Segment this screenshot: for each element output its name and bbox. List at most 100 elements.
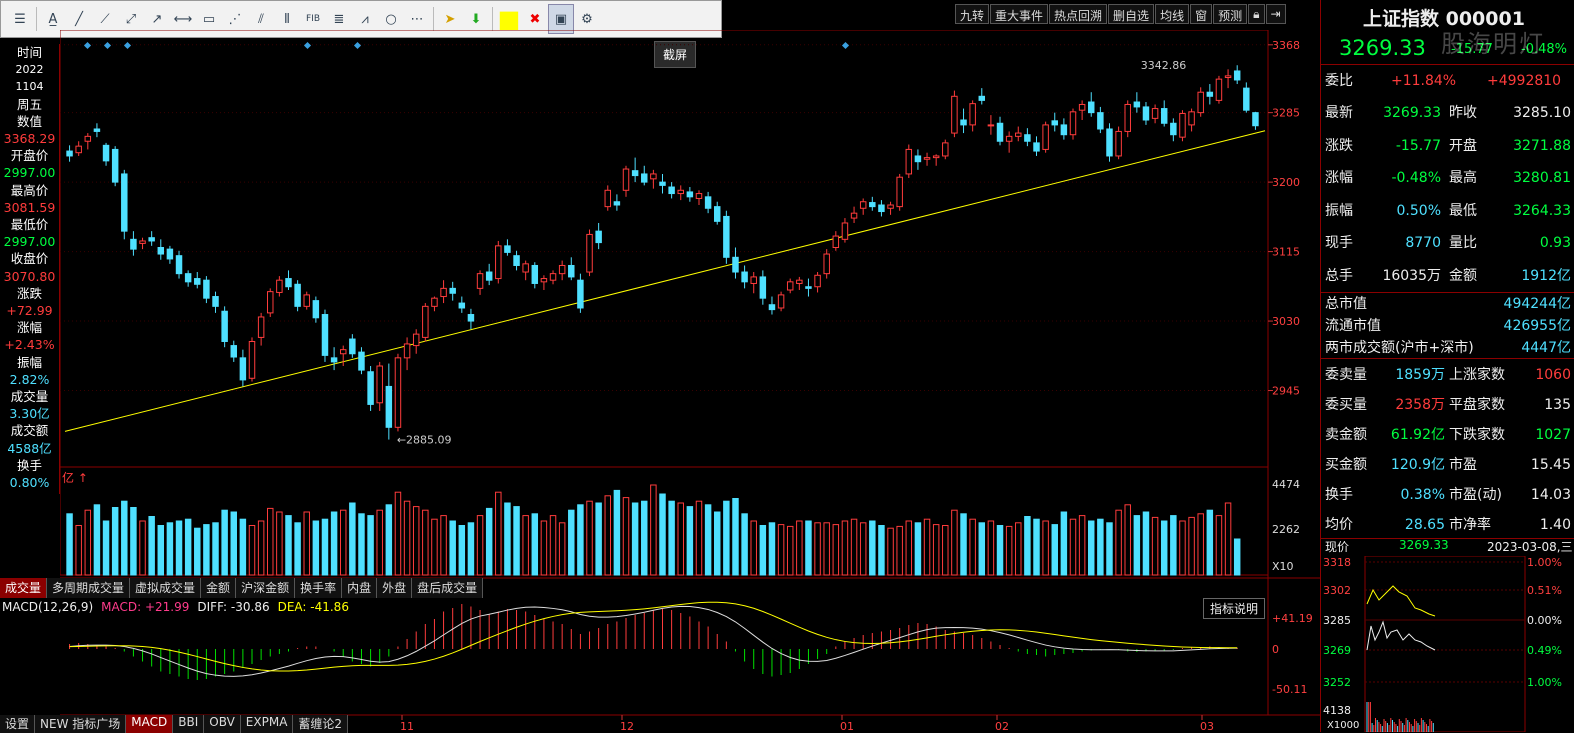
indicator-tab[interactable]: MACD: [126, 715, 174, 733]
intraday-mini-chart[interactable]: 3318 1.00% 3302 0.51% 3285 0.00% 3269 0.49% 3252…: [1321, 556, 1574, 732]
mini-chart-header: 现价 3269.33 2023-03-08,三: [1321, 538, 1574, 554]
volume-bar: [212, 522, 219, 576]
indicator-tab[interactable]: 设置: [0, 715, 36, 733]
candle-body: [650, 173, 657, 180]
volume-bar: [1024, 516, 1031, 576]
settings-icon[interactable]: ☰: [7, 4, 33, 34]
volume-bar: [1033, 518, 1040, 576]
volume-bar: [768, 522, 776, 576]
candle-body: [1133, 101, 1141, 108]
volume-tab[interactable]: 外盘: [377, 578, 413, 598]
mini-axis-label: 3302: [1323, 584, 1351, 597]
volume-tab[interactable]: 盘后成交量: [412, 578, 484, 598]
top-tab[interactable]: 热点回溯: [1049, 4, 1108, 24]
quote-label: 涨跌: [1325, 137, 1353, 154]
volume-tab[interactable]: 成交量: [0, 578, 48, 598]
event-marker[interactable]: [123, 41, 132, 50]
volume-tab[interactable]: 换手率: [295, 578, 343, 598]
candle-body: [449, 287, 456, 294]
candle-body: [1160, 108, 1168, 124]
quote-value: 1912亿: [1521, 267, 1571, 284]
volume-bar: [1233, 538, 1241, 576]
volume-bar: [257, 520, 265, 576]
indicator-explain-button[interactable]: 指标说明: [1203, 598, 1266, 619]
volume-bar: [1224, 502, 1232, 576]
volume-bar: [1042, 520, 1049, 576]
indicator-tab[interactable]: EXPMA: [240, 715, 294, 733]
volume-bar: [1060, 511, 1068, 576]
volume-tab[interactable]: 多周期成交量: [47, 578, 131, 598]
top-tab[interactable]: 窗: [1190, 4, 1213, 24]
candle-body: [339, 349, 347, 355]
candle-body: [522, 263, 529, 273]
mini-label: 现价: [1325, 540, 1350, 554]
quote-value: 8770: [1405, 235, 1441, 251]
event-marker[interactable]: [303, 41, 312, 50]
candle-body: [531, 264, 539, 284]
volume-bar: [969, 518, 976, 576]
candle-body: [385, 385, 393, 428]
volume-bar: [367, 515, 374, 576]
volume-bar: [66, 513, 73, 576]
volume-tab[interactable]: 虚拟成交量: [130, 578, 202, 598]
candle-body: [960, 119, 967, 126]
volume-bar: [148, 516, 155, 576]
candle-body: [1188, 111, 1195, 126]
volume-bar: [659, 493, 666, 576]
top-tab[interactable]: 重大事件: [990, 4, 1049, 24]
candle-body: [695, 193, 703, 199]
indicator-tab[interactable]: NEW 指标广场: [35, 715, 127, 733]
mini-pct-label: 1.00%: [1527, 556, 1562, 569]
indicator-tab[interactable]: OBV: [204, 715, 241, 733]
volume-tab[interactable]: 金额: [201, 578, 237, 598]
quote-label: 量比: [1449, 235, 1477, 251]
event-marker[interactable]: [353, 41, 362, 50]
mini-pct-label: 1.00%: [1527, 676, 1562, 689]
candle-body: [768, 304, 776, 311]
candle-body: [604, 189, 612, 208]
top-tab[interactable]: 九转: [955, 4, 990, 24]
event-marker[interactable]: [83, 41, 92, 50]
volume-tabs: 成交量 多周期成交量 虚拟成交量 金额 沪深金额 换手率 内盘 外盘 盘后成交量: [0, 578, 484, 598]
quote-label: 振幅: [1325, 202, 1353, 219]
volume-bar: [859, 522, 867, 576]
quote-panel: 上证指数 000001 3269.33 -15.77 -0.48% 股海明灯 委比 +11.…: [1320, 0, 1574, 732]
trade-row: 委卖量 1859万 上涨家数 1060: [1321, 360, 1574, 390]
volume-bar: [540, 520, 548, 576]
lock-icon[interactable]: 🔒︎: [1248, 4, 1265, 24]
mini-pct-label: 0.49%: [1527, 644, 1562, 657]
volume-bar: [1115, 509, 1122, 576]
volume-bar: [1088, 520, 1095, 576]
info-value: 周五: [16, 96, 42, 112]
volume-bar: [887, 527, 894, 576]
top-tab[interactable]: 均线: [1155, 4, 1190, 24]
candle-body: [139, 240, 146, 244]
volume-bar: [1197, 513, 1204, 576]
event-marker[interactable]: [103, 41, 112, 50]
info-label: 振幅: [16, 354, 42, 370]
candle-body: [777, 294, 785, 309]
quote-value: 3269.33: [1383, 105, 1441, 121]
trade-label: 买金额: [1325, 457, 1367, 473]
volume-bar: [577, 504, 584, 576]
candle-body: [330, 357, 338, 363]
volume-tab[interactable]: 沪深金额: [236, 578, 296, 598]
volume-bar: [267, 507, 274, 576]
volume-tab[interactable]: 内盘: [342, 578, 378, 598]
collapse-icon[interactable]: ⇥: [1265, 4, 1286, 24]
trade-label: 下跌家数: [1449, 427, 1505, 443]
mini-axis-label: 3252: [1323, 676, 1351, 689]
event-marker[interactable]: [841, 41, 850, 50]
candle-body: [540, 278, 548, 283]
high-annotation: 3342.86: [1141, 59, 1187, 72]
top-tab[interactable]: 删自选: [1108, 4, 1155, 24]
volume-bar: [932, 524, 940, 576]
trendline[interactable]: [64, 130, 1266, 432]
indicator-tab[interactable]: 蓄缠论2: [293, 715, 349, 733]
top-tab[interactable]: 预测: [1213, 4, 1248, 24]
kline-chart[interactable]: 3368 3285 3200 3115 3030 2945 3342.86 ←2885.09 4…: [60, 30, 1320, 730]
quote-value: 3280.81: [1513, 170, 1571, 186]
indicator-tab[interactable]: BBI: [173, 715, 205, 733]
candle-body: [732, 256, 739, 273]
info-value: +2.43%: [4, 337, 55, 353]
